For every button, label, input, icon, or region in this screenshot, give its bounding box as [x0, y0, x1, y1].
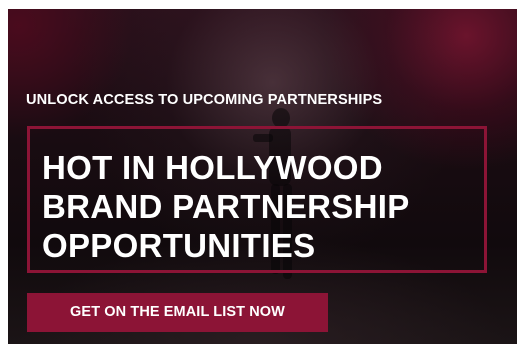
headline-line-2: BRAND PARTNERSHIP	[42, 188, 410, 225]
eyebrow-text: UNLOCK ACCESS TO UPCOMING PARTNERSHIPS	[26, 92, 383, 108]
headline-line-3: OPPORTUNITIES	[42, 227, 316, 264]
promo-banner: UNLOCK ACCESS TO UPCOMING PARTNERSHIPS H…	[8, 9, 517, 344]
email-list-signup-button[interactable]: GET ON THE EMAIL LIST NOW	[27, 293, 328, 332]
headline: HOT IN HOLLYWOOD BRAND PARTNERSHIP OPPOR…	[42, 148, 410, 265]
headline-line-1: HOT IN HOLLYWOOD	[42, 149, 383, 186]
